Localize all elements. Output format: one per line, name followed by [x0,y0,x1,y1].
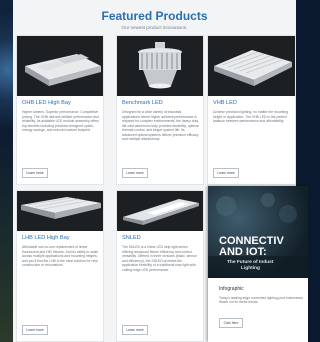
section-title: Featured Products [101,9,208,23]
learn-more-button-benchmark[interactable]: Learn more [122,168,148,178]
product-name-benchmark[interactable]: Benchmark LED [122,100,163,106]
popup-label: Infographic [219,286,244,292]
product-card-vhb: VHB LED Achieve precision lighting, no m… [207,35,296,185]
product-image-vhb[interactable] [208,36,295,96]
product-description-snled: The SNLED is a linear LED strip light se… [122,245,197,272]
product-description-ohb: Higher lumens. Superior performance. Com… [22,110,99,132]
product-name-snled[interactable]: SNLED [122,235,141,241]
snled-lamp-icon [123,199,199,225]
product-description-benchmark: Designed for a wide variety of industria… [122,110,199,141]
vhb-lamp-icon [214,50,292,86]
popup-text: Today's leading-edge connected lighting … [219,296,304,305]
lhb-lamp-icon [21,197,101,219]
product-card-benchmark: Benchmark LED Designed for a wide variet… [116,35,204,185]
learn-more-button-ohb[interactable]: Learn more [22,168,48,178]
product-name-lhb[interactable]: LHB LED High Bay [22,235,70,241]
click-here-button[interactable]: Click here [219,318,243,328]
benchmark-lamp-icon [138,42,182,89]
learn-more-button-vhb[interactable]: Learn more [213,168,239,178]
hero-headline: CONNECTIV AND IOT: [219,236,284,258]
product-description-lhb: Affordable one-to-one replacement of lin… [22,245,99,267]
hero-headline-line2: AND IOT: [219,246,267,258]
product-image-lhb[interactable] [17,191,103,231]
infographic-hero-image: CONNECTIV AND IOT: The Future of Indust … [208,186,308,278]
learn-more-button-snled[interactable]: Learn more [122,325,148,335]
hero-subheadline-line2: Lighting [241,266,260,271]
product-image-ohb[interactable] [17,36,103,96]
product-image-snled[interactable] [117,191,203,231]
hero-subheadline: The Future of Indust Lighting [227,260,273,272]
product-card-snled: SNLED The SNLED is a linear LED strip li… [116,190,204,342]
product-card-ohb: OHB LED High Bay Higher lumens. Superior… [16,35,104,185]
product-name-ohb[interactable]: OHB LED High Bay [22,100,71,106]
product-name-vhb[interactable]: VHB LED [213,100,237,106]
learn-more-button-lhb[interactable]: Learn more [22,325,48,335]
section-subtitle: Our newest product innovations. [121,25,188,30]
ohb-lamp-icon [25,54,101,86]
product-image-benchmark[interactable] [117,36,203,96]
infographic-popup[interactable]: CONNECTIV AND IOT: The Future of Indust … [208,186,308,342]
product-card-lhb: LHB LED High Bay Affordable one-to-one r… [16,190,104,342]
product-description-vhb: Achieve precision lighting, no matter th… [213,110,289,123]
